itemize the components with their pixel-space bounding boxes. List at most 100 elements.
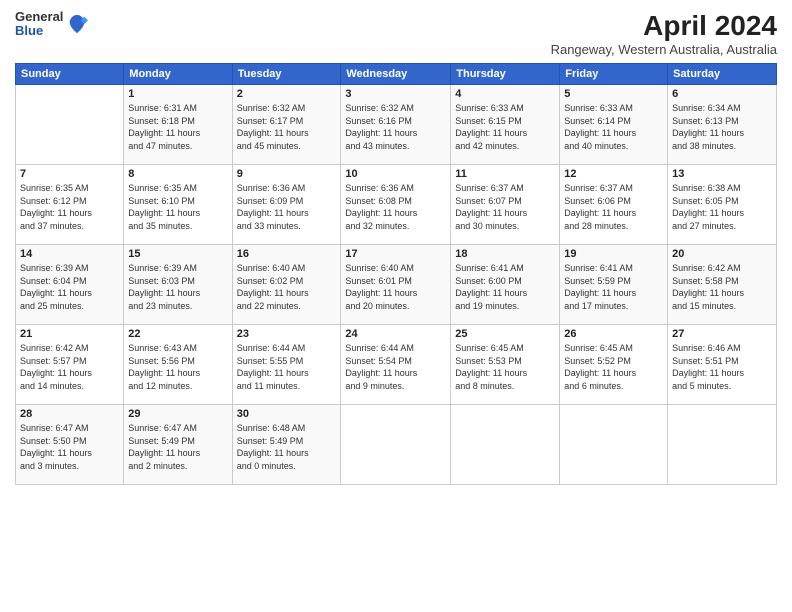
calendar-cell: 7Sunrise: 6:35 AM Sunset: 6:12 PM Daylig…	[16, 165, 124, 245]
day-info: Sunrise: 6:43 AM Sunset: 5:56 PM Dayligh…	[128, 342, 227, 392]
calendar-cell: 14 Sunrise: 6:39 AM Sunset: 6:04 PM Dayli…	[16, 245, 124, 325]
day-info: Sunrise: 6:48 AM Sunset: 5:49 PM Dayligh…	[237, 422, 337, 472]
day-number: 11	[455, 168, 555, 180]
calendar-cell: 28 Sunrise: 6:47 AM Sunset: 5:50 PM Dayli…	[16, 405, 124, 485]
day-number: 17	[345, 248, 446, 260]
day-of-week-header: Saturday	[668, 64, 777, 85]
day-number: 25	[455, 328, 555, 340]
day-info: Sunrise: 6:31 AM Sunset: 6:18 PM Dayligh…	[128, 102, 227, 152]
day-info: Sunrise: 6:38 AM Sunset: 6:05 PM Dayligh…	[672, 182, 772, 232]
calendar-cell: 15 Sunrise: 6:39 AM Sunset: 6:03 PM Dayli…	[124, 245, 232, 325]
day-info: Sunrise: 6:32 AM Sunset: 6:17 PM Dayligh…	[237, 102, 337, 152]
calendar-week-row: 1 Sunrise: 6:31 AM Sunset: 6:18 PM Daylig…	[16, 85, 777, 165]
day-info: Sunrise: 6:40 AM Sunset: 6:02 PM Dayligh…	[237, 262, 337, 312]
logo-blue: Blue	[15, 24, 63, 38]
day-number: 27	[672, 328, 772, 340]
calendar-cell: 12 Sunrise: 6:37 AM Sunset: 6:06 PM Dayli…	[560, 165, 668, 245]
day-info: Sunrise: 6:34 AM Sunset: 6:13 PM Dayligh…	[672, 102, 772, 152]
day-number: 28	[20, 408, 119, 420]
calendar-cell: 2 Sunrise: 6:32 AM Sunset: 6:17 PM Daylig…	[232, 85, 341, 165]
day-of-week-header: Thursday	[451, 64, 560, 85]
day-number: 15	[128, 248, 227, 260]
day-of-week-header: Sunday	[16, 64, 124, 85]
calendar-cell	[668, 405, 777, 485]
day-info: Sunrise: 6:45 AM Sunset: 5:52 PM Dayligh…	[564, 342, 663, 392]
calendar-cell: 11Sunrise: 6:37 AM Sunset: 6:07 PM Dayli…	[451, 165, 560, 245]
day-number: 12	[564, 168, 663, 180]
calendar-cell: 18Sunrise: 6:41 AM Sunset: 6:00 PM Dayli…	[451, 245, 560, 325]
calendar-cell: 16 Sunrise: 6:40 AM Sunset: 6:02 PM Dayli…	[232, 245, 341, 325]
calendar-cell: 20Sunrise: 6:42 AM Sunset: 5:58 PM Dayli…	[668, 245, 777, 325]
calendar-cell: 29 Sunrise: 6:47 AM Sunset: 5:49 PM Dayli…	[124, 405, 232, 485]
day-info: Sunrise: 6:40 AM Sunset: 6:01 PM Dayligh…	[345, 262, 446, 312]
day-info: Sunrise: 6:35 AM Sunset: 6:10 PM Dayligh…	[128, 182, 227, 232]
calendar-cell: 17 Sunrise: 6:40 AM Sunset: 6:01 PM Dayli…	[341, 245, 451, 325]
logo-general: General	[15, 10, 63, 24]
day-of-week-header: Monday	[124, 64, 232, 85]
calendar-cell: 30 Sunrise: 6:48 AM Sunset: 5:49 PM Dayli…	[232, 405, 341, 485]
calendar-subtitle: Rangeway, Western Australia, Australia	[551, 42, 777, 57]
logo-icon	[66, 13, 88, 35]
calendar-cell: 3Sunrise: 6:32 AM Sunset: 6:16 PM Daylig…	[341, 85, 451, 165]
calendar-cell: 8 Sunrise: 6:35 AM Sunset: 6:10 PM Daylig…	[124, 165, 232, 245]
day-number: 24	[345, 328, 446, 340]
day-info: Sunrise: 6:39 AM Sunset: 6:03 PM Dayligh…	[128, 262, 227, 312]
calendar-cell: 6 Sunrise: 6:34 AM Sunset: 6:13 PM Daylig…	[668, 85, 777, 165]
day-number: 2	[237, 88, 337, 100]
day-number: 21	[20, 328, 119, 340]
day-number: 22	[128, 328, 227, 340]
calendar-cell	[341, 405, 451, 485]
calendar-cell	[560, 405, 668, 485]
day-info: Sunrise: 6:37 AM Sunset: 6:06 PM Dayligh…	[564, 182, 663, 232]
day-number: 14	[20, 248, 119, 260]
calendar-week-row: 21Sunrise: 6:42 AM Sunset: 5:57 PM Dayli…	[16, 325, 777, 405]
calendar-cell: 10Sunrise: 6:36 AM Sunset: 6:08 PM Dayli…	[341, 165, 451, 245]
day-number: 30	[237, 408, 337, 420]
calendar-week-row: 7Sunrise: 6:35 AM Sunset: 6:12 PM Daylig…	[16, 165, 777, 245]
calendar-cell: 21Sunrise: 6:42 AM Sunset: 5:57 PM Dayli…	[16, 325, 124, 405]
day-number: 4	[455, 88, 555, 100]
day-of-week-header: Friday	[560, 64, 668, 85]
calendar-cell	[16, 85, 124, 165]
calendar-cell: 23 Sunrise: 6:44 AM Sunset: 5:55 PM Dayli…	[232, 325, 341, 405]
day-info: Sunrise: 6:36 AM Sunset: 6:09 PM Dayligh…	[237, 182, 337, 232]
calendar-cell: 19Sunrise: 6:41 AM Sunset: 5:59 PM Dayli…	[560, 245, 668, 325]
calendar-week-row: 14 Sunrise: 6:39 AM Sunset: 6:04 PM Dayli…	[16, 245, 777, 325]
day-number: 1	[128, 88, 227, 100]
calendar-cell: 26 Sunrise: 6:45 AM Sunset: 5:52 PM Dayli…	[560, 325, 668, 405]
title-block: April 2024 Rangeway, Western Australia, …	[551, 10, 777, 57]
calendar-title: April 2024	[551, 10, 777, 42]
calendar-cell: 1 Sunrise: 6:31 AM Sunset: 6:18 PM Daylig…	[124, 85, 232, 165]
calendar-cell: 9Sunrise: 6:36 AM Sunset: 6:09 PM Daylig…	[232, 165, 341, 245]
calendar-cell: 5 Sunrise: 6:33 AM Sunset: 6:14 PM Daylig…	[560, 85, 668, 165]
calendar-table: SundayMondayTuesdayWednesdayThursdayFrid…	[15, 63, 777, 485]
calendar-cell: 25 Sunrise: 6:45 AM Sunset: 5:53 PM Dayli…	[451, 325, 560, 405]
day-number: 16	[237, 248, 337, 260]
day-info: Sunrise: 6:32 AM Sunset: 6:16 PM Dayligh…	[345, 102, 446, 152]
day-info: Sunrise: 6:47 AM Sunset: 5:50 PM Dayligh…	[20, 422, 119, 472]
day-info: Sunrise: 6:36 AM Sunset: 6:08 PM Dayligh…	[345, 182, 446, 232]
calendar-cell: 27Sunrise: 6:46 AM Sunset: 5:51 PM Dayli…	[668, 325, 777, 405]
day-number: 6	[672, 88, 772, 100]
day-info: Sunrise: 6:41 AM Sunset: 5:59 PM Dayligh…	[564, 262, 663, 312]
calendar-cell: 13Sunrise: 6:38 AM Sunset: 6:05 PM Dayli…	[668, 165, 777, 245]
day-number: 8	[128, 168, 227, 180]
day-info: Sunrise: 6:44 AM Sunset: 5:55 PM Dayligh…	[237, 342, 337, 392]
day-number: 20	[672, 248, 772, 260]
day-info: Sunrise: 6:45 AM Sunset: 5:53 PM Dayligh…	[455, 342, 555, 392]
calendar-cell	[451, 405, 560, 485]
day-number: 26	[564, 328, 663, 340]
day-of-week-header: Tuesday	[232, 64, 341, 85]
day-info: Sunrise: 6:44 AM Sunset: 5:54 PM Dayligh…	[345, 342, 446, 392]
day-info: Sunrise: 6:39 AM Sunset: 6:04 PM Dayligh…	[20, 262, 119, 312]
day-number: 29	[128, 408, 227, 420]
calendar-header-row: SundayMondayTuesdayWednesdayThursdayFrid…	[16, 64, 777, 85]
day-number: 5	[564, 88, 663, 100]
day-info: Sunrise: 6:41 AM Sunset: 6:00 PM Dayligh…	[455, 262, 555, 312]
day-info: Sunrise: 6:33 AM Sunset: 6:15 PM Dayligh…	[455, 102, 555, 152]
calendar-cell: 4 Sunrise: 6:33 AM Sunset: 6:15 PM Daylig…	[451, 85, 560, 165]
day-number: 23	[237, 328, 337, 340]
day-info: Sunrise: 6:47 AM Sunset: 5:49 PM Dayligh…	[128, 422, 227, 472]
day-info: Sunrise: 6:35 AM Sunset: 6:12 PM Dayligh…	[20, 182, 119, 232]
day-info: Sunrise: 6:33 AM Sunset: 6:14 PM Dayligh…	[564, 102, 663, 152]
